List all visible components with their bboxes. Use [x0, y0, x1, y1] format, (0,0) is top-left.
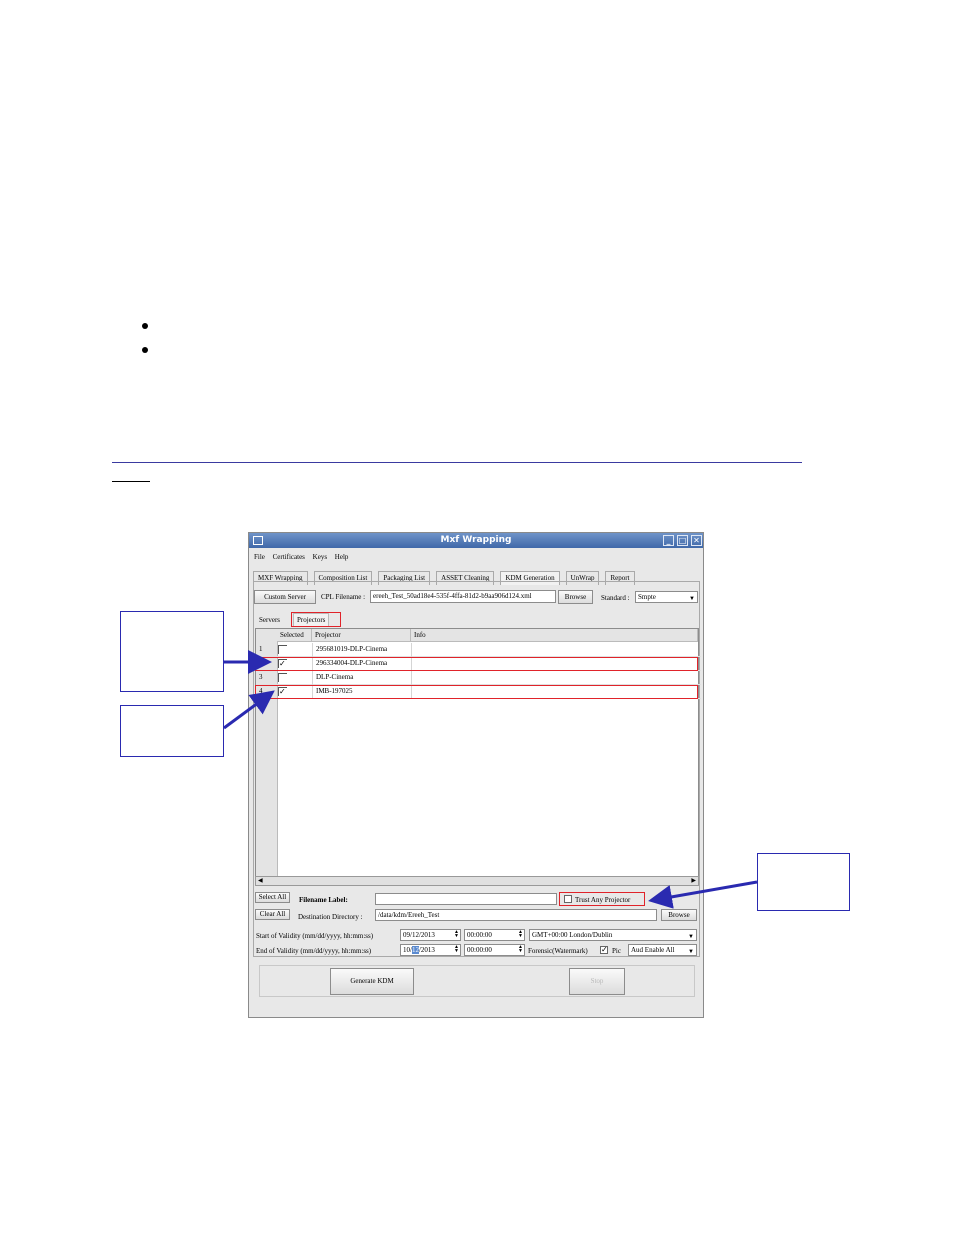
arrow-icon [648, 880, 758, 909]
arrow-icon [223, 690, 275, 730]
callout-arrows [223, 650, 758, 909]
